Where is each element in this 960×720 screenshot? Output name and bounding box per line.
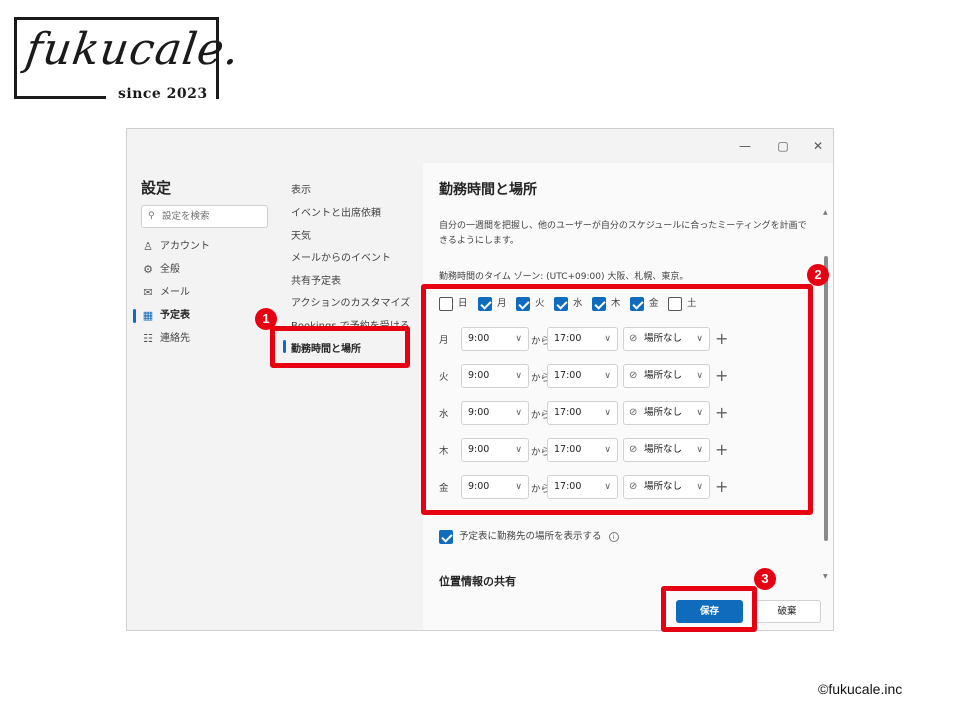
nav-item-label: 予定表 bbox=[160, 310, 190, 321]
show-location-checkbox[interactable] bbox=[439, 530, 453, 544]
show-location-label: 予定表に勤務先の場所を表示する bbox=[459, 531, 602, 542]
scroll-up-icon[interactable]: ▲ bbox=[823, 209, 828, 216]
search-icon: ⚲ bbox=[148, 211, 155, 221]
active-indicator bbox=[133, 309, 136, 323]
contacts-icon: ☷ bbox=[143, 332, 153, 345]
logo-underline bbox=[14, 96, 106, 99]
info-icon[interactable]: i bbox=[608, 532, 619, 542]
page-title: 勤務時間と場所 bbox=[439, 182, 537, 198]
panel-footer: 保存 破棄 bbox=[423, 588, 833, 630]
nav-item-calendar[interactable]: ▦ 予定表 bbox=[141, 307, 190, 325]
nav-item-label: メール bbox=[160, 287, 190, 298]
calendar-icon: ▦ bbox=[142, 309, 154, 322]
annotation-highlight-2 bbox=[421, 284, 813, 515]
mail-icon: ✉ bbox=[143, 286, 153, 299]
annotation-highlight-3 bbox=[661, 586, 757, 632]
nav2-item-events-from-mail[interactable]: メールからのイベント bbox=[291, 249, 391, 264]
logo-text: fukucale. bbox=[22, 24, 244, 75]
settings-search-input[interactable]: ⚲ 設定を検索 bbox=[141, 205, 268, 228]
nav-item-mail[interactable]: ✉ メール bbox=[141, 284, 190, 302]
title-bar: — ▢ ✕ bbox=[127, 129, 833, 163]
annotation-highlight-1 bbox=[270, 326, 410, 368]
discard-button[interactable]: 破棄 bbox=[753, 600, 821, 623]
copyright-text: ©fukucale.inc bbox=[818, 681, 903, 697]
location-sharing-heading: 位置情報の共有 bbox=[439, 575, 516, 588]
nav-item-account[interactable]: ♙ アカウント bbox=[141, 238, 210, 256]
nav-item-label: アカウント bbox=[160, 241, 210, 252]
settings-title: 設定 bbox=[141, 179, 172, 197]
show-location-option[interactable]: 予定表に勤務先の場所を表示する i bbox=[439, 530, 619, 544]
annotation-badge-1: 1 bbox=[255, 308, 277, 330]
annotation-badge-2: 2 bbox=[807, 264, 829, 286]
gear-icon: ⚙ bbox=[143, 263, 153, 276]
nav2-item-view[interactable]: 表示 bbox=[291, 181, 311, 196]
nav-item-general[interactable]: ⚙ 全般 bbox=[141, 261, 180, 279]
scrollbar-thumb[interactable] bbox=[824, 256, 828, 541]
settings-nav: 設定 ⚲ 設定を検索 ♙ アカウント ⚙ 全般 ✉ メール ▦ 予定表 ☷ 連絡… bbox=[127, 163, 277, 630]
panel-description: 自分の一週間を把握し、他のユーザーが自分のスケジュールに合ったミーティングを計画… bbox=[439, 221, 807, 246]
timezone-text: 勤務時間のタイム ゾーン: (UTC+09:00) 大阪、札幌、東京。 bbox=[439, 272, 689, 282]
calendar-settings-nav: 表示 イベントと出席依頼 天気 メールからのイベント 共有予定表 アクションのカ… bbox=[277, 163, 423, 630]
minimize-icon[interactable]: — bbox=[737, 138, 753, 154]
maximize-icon[interactable]: ▢ bbox=[775, 138, 791, 154]
nav-item-label: 全般 bbox=[160, 264, 180, 275]
person-icon: ♙ bbox=[143, 240, 153, 253]
close-icon[interactable]: ✕ bbox=[810, 138, 826, 154]
nav-item-label: 連絡先 bbox=[160, 333, 190, 344]
nav-item-contacts[interactable]: ☷ 連絡先 bbox=[141, 330, 190, 348]
nav2-item-customize-actions[interactable]: アクションのカスタマイズ bbox=[291, 294, 410, 309]
nav2-item-events-invites[interactable]: イベントと出席依頼 bbox=[291, 204, 381, 219]
search-placeholder: 設定を検索 bbox=[162, 211, 210, 222]
nav2-item-shared-calendars[interactable]: 共有予定表 bbox=[291, 272, 341, 287]
scroll-down-icon[interactable]: ▼ bbox=[823, 573, 828, 580]
nav2-item-weather[interactable]: 天気 bbox=[291, 227, 311, 242]
logo-since: since 2023 bbox=[118, 86, 208, 102]
annotation-badge-3: 3 bbox=[754, 568, 776, 590]
